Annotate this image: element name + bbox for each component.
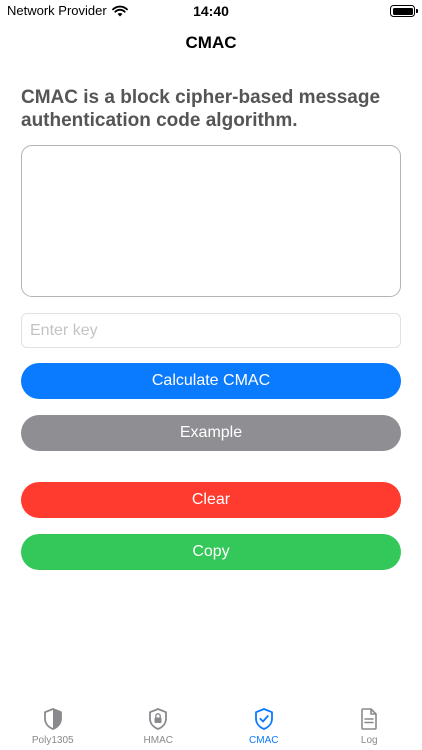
tab-hmac[interactable]: HMAC — [106, 700, 212, 750]
tab-label: CMAC — [249, 735, 279, 746]
page-title: CMAC — [185, 33, 237, 52]
description-text: CMAC is a block cipher-based message aut… — [21, 87, 381, 131]
status-bar: Network Provider 14:40 — [0, 0, 422, 24]
document-icon — [361, 708, 378, 730]
example-button[interactable]: Example — [21, 415, 401, 451]
shield-lock-icon — [149, 708, 168, 730]
copy-button[interactable]: Copy — [21, 534, 401, 570]
message-textarea[interactable] — [21, 145, 401, 297]
tab-label: HMAC — [143, 735, 173, 746]
calculate-cmac-button[interactable]: Calculate CMAC — [21, 363, 401, 399]
status-time: 14:40 — [193, 3, 229, 19]
shield-check-icon — [254, 708, 273, 730]
shield-icon — [43, 708, 62, 730]
clear-button[interactable]: Clear — [21, 482, 401, 518]
battery-icon — [390, 5, 418, 17]
tab-bar: Poly1305 HMAC CMAC Log — [0, 700, 422, 750]
tab-label: Poly1305 — [31, 735, 74, 746]
tab-poly1305[interactable]: Poly1305 — [0, 700, 106, 750]
tab-cmac[interactable]: CMAC — [211, 700, 317, 750]
key-input[interactable] — [21, 313, 401, 348]
tab-log[interactable]: Log — [317, 700, 422, 750]
tab-label: Log — [360, 735, 378, 746]
